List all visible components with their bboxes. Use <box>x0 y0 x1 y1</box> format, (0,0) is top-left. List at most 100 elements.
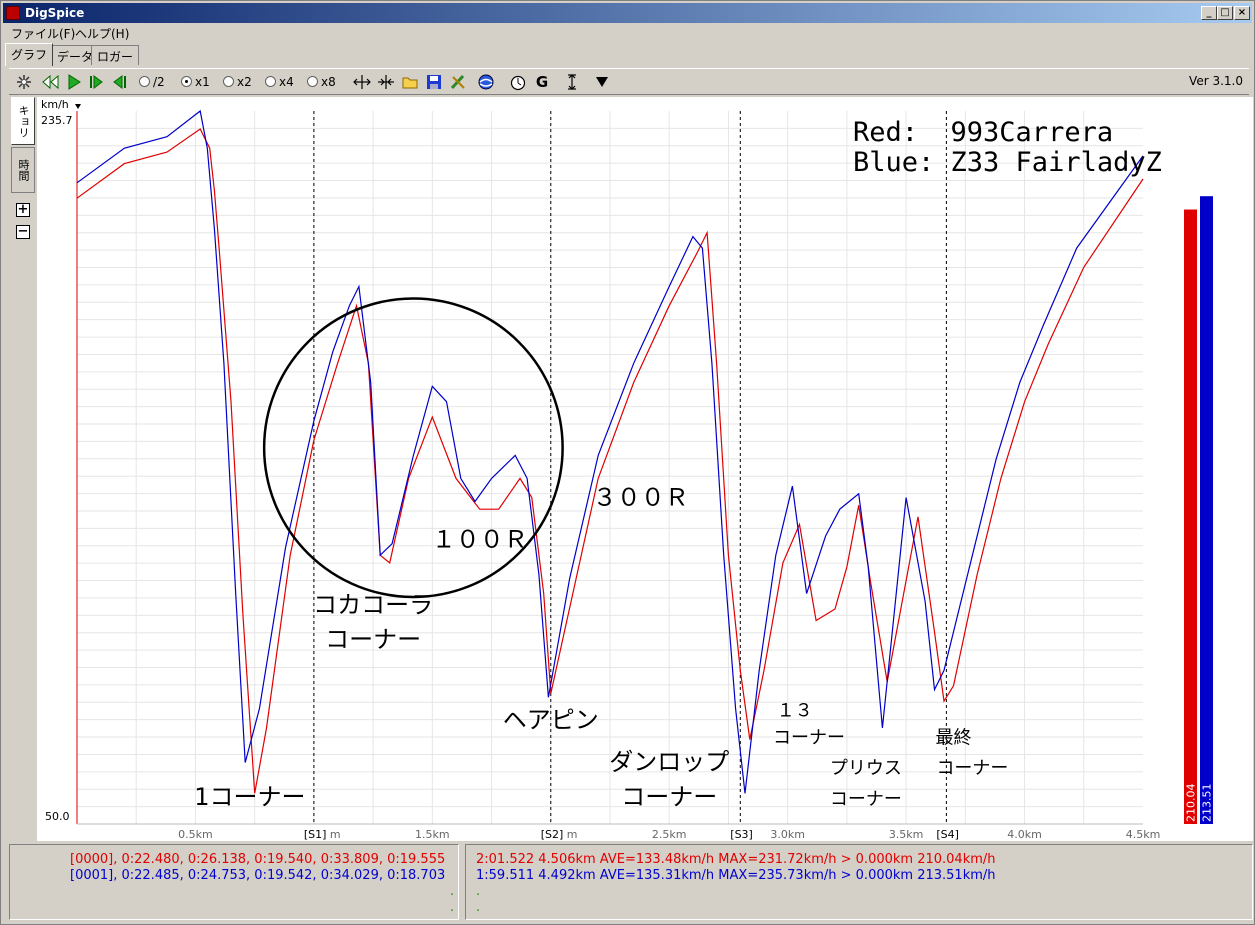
legend-blue: Blue: Z33 FairladyZ <box>853 147 1162 178</box>
status-dot: . <box>476 900 481 915</box>
y-axis-dropdown-icon[interactable] <box>75 104 81 109</box>
radio-selected-icon <box>181 76 192 87</box>
speed-half-radio[interactable]: /2 <box>139 73 173 91</box>
grid-lines <box>77 111 1143 824</box>
sector-label: [S4] <box>936 828 959 841</box>
radio-icon <box>139 76 150 87</box>
annotation-label: コーナー <box>325 625 421 653</box>
annotation-label: １３ <box>777 700 813 721</box>
annotation-label: ダンロップ <box>609 748 729 776</box>
sector-unit-label: m <box>330 828 341 841</box>
radio-icon <box>265 76 276 87</box>
vertical-range-icon[interactable] <box>563 73 581 91</box>
zoom-out-horizontal-icon[interactable] <box>377 73 395 91</box>
status-area: [0000], 0:22.480, 0:26.138, 0:19.540, 0:… <box>9 844 1253 920</box>
annotation-label: コカコーラ <box>313 591 433 619</box>
annotation-label: コーナー <box>936 758 1008 779</box>
radio-icon <box>307 76 318 87</box>
zoom-out-button[interactable]: − <box>16 225 30 239</box>
rewind-icon[interactable] <box>41 73 61 91</box>
sector-unit-label: m <box>567 828 578 841</box>
speed-half-label: /2 <box>153 75 165 89</box>
y-min-label: 50.0 <box>45 810 70 823</box>
zoom-in-horizontal-icon[interactable] <box>353 73 371 91</box>
sector-label: [S1] <box>304 828 327 841</box>
lap-summary-blue: 1:59.511 4.492km AVE=135.31km/h MAX=235.… <box>476 868 996 883</box>
speed-x1-radio[interactable]: x1 <box>181 73 217 91</box>
speed-x8-label: x8 <box>321 75 336 89</box>
speed-x4-radio[interactable]: x4 <box>265 73 301 91</box>
sector-times-blue: [0001], 0:22.485, 0:24.753, 0:19.542, 0:… <box>70 868 446 883</box>
tab-time[interactable]: 時間 <box>11 147 35 193</box>
lap-summary-red: 2:01.522 4.506km AVE=133.48km/h MAX=231.… <box>476 852 996 867</box>
minimize-button[interactable]: _ <box>1201 6 1217 20</box>
annotation-label: コーナー <box>773 727 845 748</box>
status-dot: . <box>450 900 455 915</box>
y-axis-unit-label: km/h <box>41 98 69 111</box>
axis-mode-tabs: キョリ 時間 + − <box>11 97 35 837</box>
dropdown-arrow-icon[interactable] <box>593 73 611 91</box>
g-force-button[interactable]: G <box>533 73 551 91</box>
tab-logger[interactable]: ロガー <box>91 45 140 65</box>
y-max-label: 235.7 <box>41 114 73 127</box>
speed-bar-value: 213.51 <box>1201 784 1214 823</box>
x-tick-label: 4.5km <box>1126 828 1161 841</box>
annotation-label: 最終 <box>935 727 971 748</box>
status-dot: . <box>450 884 455 899</box>
annotation-label: ３００Ｒ <box>593 483 689 511</box>
tab-distance[interactable]: キョリ <box>11 97 35 145</box>
speed-x8-radio[interactable]: x8 <box>307 73 343 91</box>
speed-bar-blue <box>1200 196 1213 824</box>
chart-canvas: km/h 235.7 50.0 [S1] m [S2] m [S3] [S4]0.5km 1… <box>41 98 1214 841</box>
menu-file[interactable]: ファイル(F) <box>11 25 75 42</box>
x-tick-label: 3.5km <box>889 828 924 841</box>
tab-graph[interactable]: グラフ <box>5 43 54 66</box>
step-forward-icon[interactable] <box>87 73 105 91</box>
x-tick-label: 4.0km <box>1007 828 1042 841</box>
legend-red: Red: 993Carrera <box>853 117 1113 148</box>
annotation-label: コーナー <box>830 789 902 810</box>
corner-annotations: 1コーナーコカコーラコーナー１００Ｒ３００Ｒヘアピンダンロップコーナー１３コーナ… <box>194 483 1008 810</box>
open-folder-icon[interactable] <box>401 73 419 91</box>
x-tick-label: 1.5km <box>415 828 450 841</box>
tools-icon[interactable] <box>449 73 467 91</box>
app-window: DigSpice _ □ × ファイル(F) ヘルプ(H) グラフ データ ロガ… <box>0 0 1255 925</box>
radio-icon <box>223 76 234 87</box>
app-logo-icon <box>6 6 20 20</box>
current-speed-bars: 210.04 213.51 <box>1184 196 1214 825</box>
sector-label: [S3] <box>730 828 753 841</box>
stopwatch-icon[interactable] <box>509 73 527 91</box>
plus-icon: + <box>17 202 29 217</box>
title-bar: DigSpice _ □ × <box>3 3 1252 23</box>
speed-x2-radio[interactable]: x2 <box>223 73 259 91</box>
speed-x2-label: x2 <box>237 75 252 89</box>
speed-x1-label: x1 <box>195 75 210 89</box>
version-label: Ver 3.1.0 <box>1189 74 1243 88</box>
save-icon[interactable] <box>425 73 443 91</box>
minus-icon: − <box>17 224 29 239</box>
lap-summary-panel: 2:01.522 4.506km AVE=133.48km/h MAX=231.… <box>465 844 1253 920</box>
sector-times-panel: [0000], 0:22.480, 0:26.138, 0:19.540, 0:… <box>9 844 459 920</box>
toolbar: /2 x1 x2 x4 x8 G Ver 3.1.0 <box>9 68 1249 95</box>
menu-bar: ファイル(F) ヘルプ(H) <box>3 23 1252 41</box>
x-tick-label: 2.5km <box>652 828 687 841</box>
zoom-in-button[interactable]: + <box>16 203 30 217</box>
speed-chart[interactable]: km/h 235.7 50.0 [S1] m [S2] m [S3] [S4] 0.5km 1… <box>37 97 1253 841</box>
close-button[interactable]: × <box>1234 6 1250 20</box>
menu-help[interactable]: ヘルプ(H) <box>75 25 129 42</box>
play-icon[interactable] <box>65 73 83 91</box>
speed-x4-label: x4 <box>279 75 294 89</box>
x-tick-label: 3.0km <box>770 828 805 841</box>
sector-label: [S2] <box>541 828 564 841</box>
annotation-label: プリウス <box>830 758 902 779</box>
sector-lines <box>313 111 947 824</box>
step-back-icon[interactable] <box>111 73 129 91</box>
annotation-label: １００Ｒ <box>432 526 528 554</box>
x-tick-labels: [S1] m [S2] m [S3] [S4]0.5km 1.5km 2.5km 3.0km 3.… <box>178 828 1160 841</box>
reset-icon[interactable] <box>15 73 33 91</box>
status-dot: . <box>476 884 481 899</box>
sector-times-red: [0000], 0:22.480, 0:26.138, 0:19.540, 0:… <box>70 852 446 867</box>
globe-icon[interactable] <box>477 73 495 91</box>
annotation-label: 1コーナー <box>194 783 305 811</box>
maximize-button[interactable]: □ <box>1217 6 1233 20</box>
